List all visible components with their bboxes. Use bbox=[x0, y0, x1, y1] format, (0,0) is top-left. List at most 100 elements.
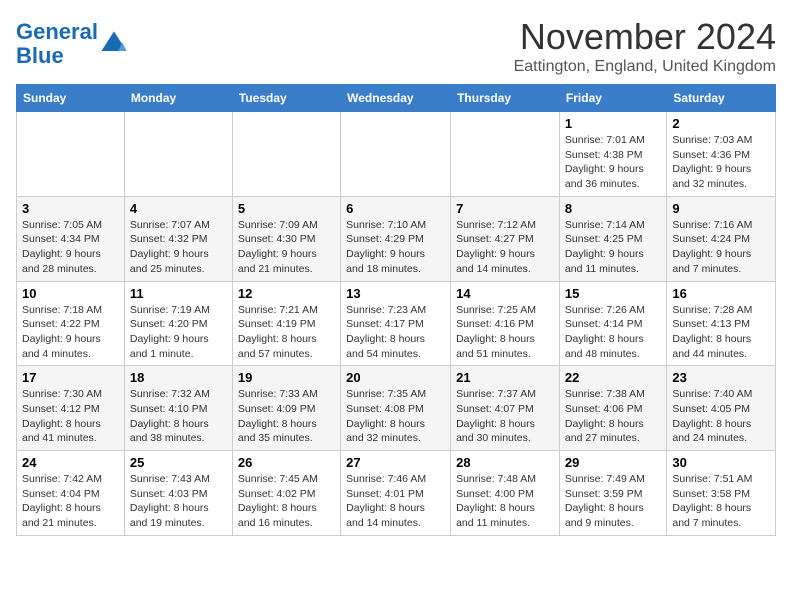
calendar-cell: 19Sunrise: 7:33 AMSunset: 4:09 PMDayligh… bbox=[232, 366, 340, 451]
logo: General Blue bbox=[16, 20, 128, 68]
calendar-cell: 5 Sunrise: 7:09 AMSunset: 4:30 PMDaylight… bbox=[232, 196, 340, 281]
calendar-cell: 24 Sunrise: 7:42 AMSunset: 4:04 PMDayligh… bbox=[17, 451, 125, 536]
day-number: 26 bbox=[238, 455, 335, 470]
calendar-week-row: 10 Sunrise: 7:18 AMSunset: 4:22 PMDayligh… bbox=[17, 281, 776, 366]
day-number: 18 bbox=[130, 370, 227, 385]
calendar-cell: 17 Sunrise: 7:30 AMSunset: 4:12 PMDayligh… bbox=[17, 366, 125, 451]
calendar-cell: 10 Sunrise: 7:18 AMSunset: 4:22 PMDayligh… bbox=[17, 281, 125, 366]
weekday-header-friday: Friday bbox=[559, 85, 666, 112]
day-number: 22 bbox=[565, 370, 661, 385]
day-number: 4 bbox=[130, 201, 227, 216]
day-info: Sunrise: 7:03 AMSunset: 4:36 PMDaylight:… bbox=[672, 133, 770, 192]
weekday-header-tuesday: Tuesday bbox=[232, 85, 340, 112]
calendar-cell: 3 Sunrise: 7:05 AMSunset: 4:34 PMDaylight… bbox=[17, 196, 125, 281]
day-number: 3 bbox=[22, 201, 119, 216]
calendar-cell: 16Sunrise: 7:28 AMSunset: 4:13 PMDayligh… bbox=[667, 281, 776, 366]
weekday-header-thursday: Thursday bbox=[451, 85, 560, 112]
calendar-cell: 7 Sunrise: 7:12 AMSunset: 4:27 PMDaylight… bbox=[451, 196, 560, 281]
weekday-header-monday: Monday bbox=[124, 85, 232, 112]
weekday-header-sunday: Sunday bbox=[17, 85, 125, 112]
calendar-cell: 1 Sunrise: 7:01 AMSunset: 4:38 PMDaylight… bbox=[559, 112, 666, 197]
calendar-cell: 20 Sunrise: 7:35 AMSunset: 4:08 PMDayligh… bbox=[341, 366, 451, 451]
day-number: 7 bbox=[456, 201, 554, 216]
calendar-cell: 26Sunrise: 7:45 AMSunset: 4:02 PMDayligh… bbox=[232, 451, 340, 536]
calendar-cell bbox=[124, 112, 232, 197]
day-info: Sunrise: 7:42 AMSunset: 4:04 PMDaylight:… bbox=[22, 472, 119, 531]
day-info: Sunrise: 7:01 AMSunset: 4:38 PMDaylight:… bbox=[565, 133, 661, 192]
calendar-cell: 25 Sunrise: 7:43 AMSunset: 4:03 PMDayligh… bbox=[124, 451, 232, 536]
day-number: 28 bbox=[456, 455, 554, 470]
day-number: 17 bbox=[22, 370, 119, 385]
day-number: 12 bbox=[238, 286, 335, 301]
calendar-cell: 14Sunrise: 7:25 AMSunset: 4:16 PMDayligh… bbox=[451, 281, 560, 366]
calendar-table: SundayMondayTuesdayWednesdayThursdayFrid… bbox=[16, 84, 776, 536]
day-number: 25 bbox=[130, 455, 227, 470]
day-info: Sunrise: 7:14 AMSunset: 4:25 PMDaylight:… bbox=[565, 218, 661, 277]
day-info: Sunrise: 7:32 AMSunset: 4:10 PMDaylight:… bbox=[130, 387, 227, 446]
title-area: November 2024 Eattington, England, Unite… bbox=[514, 16, 776, 76]
day-number: 15 bbox=[565, 286, 661, 301]
day-info: Sunrise: 7:40 AMSunset: 4:05 PMDaylight:… bbox=[672, 387, 770, 446]
day-info: Sunrise: 7:26 AMSunset: 4:14 PMDaylight:… bbox=[565, 303, 661, 362]
day-number: 24 bbox=[22, 455, 119, 470]
day-number: 21 bbox=[456, 370, 554, 385]
calendar-cell: 23 Sunrise: 7:40 AMSunset: 4:05 PMDayligh… bbox=[667, 366, 776, 451]
day-number: 5 bbox=[238, 201, 335, 216]
calendar-cell: 27Sunrise: 7:46 AMSunset: 4:01 PMDayligh… bbox=[341, 451, 451, 536]
calendar-cell: 15 Sunrise: 7:26 AMSunset: 4:14 PMDayligh… bbox=[559, 281, 666, 366]
calendar-cell: 30Sunrise: 7:51 AMSunset: 3:58 PMDayligh… bbox=[667, 451, 776, 536]
day-info: Sunrise: 7:21 AMSunset: 4:19 PMDaylight:… bbox=[238, 303, 335, 362]
day-number: 1 bbox=[565, 116, 661, 131]
day-info: Sunrise: 7:37 AMSunset: 4:07 PMDaylight:… bbox=[456, 387, 554, 446]
day-number: 8 bbox=[565, 201, 661, 216]
weekday-header-row: SundayMondayTuesdayWednesdayThursdayFrid… bbox=[17, 85, 776, 112]
day-number: 10 bbox=[22, 286, 119, 301]
logo-icon bbox=[100, 30, 128, 58]
day-info: Sunrise: 7:33 AMSunset: 4:09 PMDaylight:… bbox=[238, 387, 335, 446]
calendar-body: 1 Sunrise: 7:01 AMSunset: 4:38 PMDaylight… bbox=[17, 112, 776, 536]
day-number: 13 bbox=[346, 286, 445, 301]
calendar-cell: 18 Sunrise: 7:32 AMSunset: 4:10 PMDayligh… bbox=[124, 366, 232, 451]
calendar-cell: 28 Sunrise: 7:48 AMSunset: 4:00 PMDayligh… bbox=[451, 451, 560, 536]
day-info: Sunrise: 7:05 AMSunset: 4:34 PMDaylight:… bbox=[22, 218, 119, 277]
day-number: 6 bbox=[346, 201, 445, 216]
calendar-cell: 12 Sunrise: 7:21 AMSunset: 4:19 PMDayligh… bbox=[232, 281, 340, 366]
day-number: 23 bbox=[672, 370, 770, 385]
day-number: 2 bbox=[672, 116, 770, 131]
calendar-cell bbox=[232, 112, 340, 197]
day-info: Sunrise: 7:18 AMSunset: 4:22 PMDaylight:… bbox=[22, 303, 119, 362]
day-info: Sunrise: 7:07 AMSunset: 4:32 PMDaylight:… bbox=[130, 218, 227, 277]
calendar-week-row: 1 Sunrise: 7:01 AMSunset: 4:38 PMDaylight… bbox=[17, 112, 776, 197]
day-info: Sunrise: 7:38 AMSunset: 4:06 PMDaylight:… bbox=[565, 387, 661, 446]
day-number: 20 bbox=[346, 370, 445, 385]
calendar-cell: 2 Sunrise: 7:03 AMSunset: 4:36 PMDaylight… bbox=[667, 112, 776, 197]
day-info: Sunrise: 7:12 AMSunset: 4:27 PMDaylight:… bbox=[456, 218, 554, 277]
calendar-cell: 9Sunrise: 7:16 AMSunset: 4:24 PMDaylight… bbox=[667, 196, 776, 281]
weekday-header-wednesday: Wednesday bbox=[341, 85, 451, 112]
location-title: Eattington, England, United Kingdom bbox=[514, 58, 776, 76]
day-number: 30 bbox=[672, 455, 770, 470]
weekday-header-saturday: Saturday bbox=[667, 85, 776, 112]
day-info: Sunrise: 7:30 AMSunset: 4:12 PMDaylight:… bbox=[22, 387, 119, 446]
calendar-cell: 21 Sunrise: 7:37 AMSunset: 4:07 PMDayligh… bbox=[451, 366, 560, 451]
day-info: Sunrise: 7:48 AMSunset: 4:00 PMDaylight:… bbox=[456, 472, 554, 531]
calendar-cell: 4 Sunrise: 7:07 AMSunset: 4:32 PMDaylight… bbox=[124, 196, 232, 281]
month-title: November 2024 bbox=[514, 16, 776, 58]
calendar-week-row: 24 Sunrise: 7:42 AMSunset: 4:04 PMDayligh… bbox=[17, 451, 776, 536]
day-info: Sunrise: 7:09 AMSunset: 4:30 PMDaylight:… bbox=[238, 218, 335, 277]
logo-text: General Blue bbox=[16, 20, 98, 68]
day-number: 16 bbox=[672, 286, 770, 301]
calendar-cell bbox=[17, 112, 125, 197]
day-info: Sunrise: 7:43 AMSunset: 4:03 PMDaylight:… bbox=[130, 472, 227, 531]
calendar-cell: 11Sunrise: 7:19 AMSunset: 4:20 PMDayligh… bbox=[124, 281, 232, 366]
day-info: Sunrise: 7:35 AMSunset: 4:08 PMDaylight:… bbox=[346, 387, 445, 446]
page-header: General Blue November 2024 Eattington, E… bbox=[16, 16, 776, 76]
calendar-cell: 22 Sunrise: 7:38 AMSunset: 4:06 PMDayligh… bbox=[559, 366, 666, 451]
day-info: Sunrise: 7:10 AMSunset: 4:29 PMDaylight:… bbox=[346, 218, 445, 277]
calendar-week-row: 3 Sunrise: 7:05 AMSunset: 4:34 PMDaylight… bbox=[17, 196, 776, 281]
day-number: 29 bbox=[565, 455, 661, 470]
calendar-cell: 29Sunrise: 7:49 AMSunset: 3:59 PMDayligh… bbox=[559, 451, 666, 536]
day-info: Sunrise: 7:23 AMSunset: 4:17 PMDaylight:… bbox=[346, 303, 445, 362]
calendar-cell bbox=[341, 112, 451, 197]
day-number: 14 bbox=[456, 286, 554, 301]
